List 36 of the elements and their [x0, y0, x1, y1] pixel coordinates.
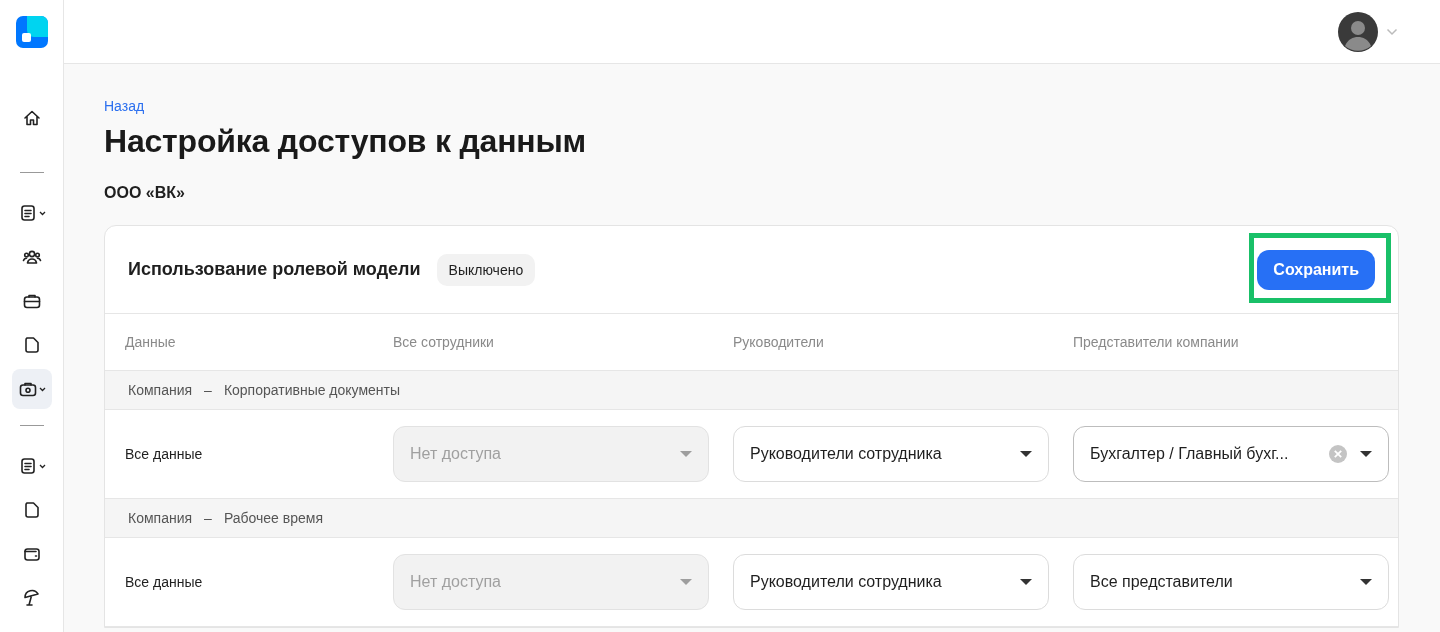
caret-icon — [1360, 579, 1372, 585]
chevron-icon — [38, 210, 46, 216]
caret-icon — [1360, 451, 1372, 457]
group-name: Корпоративные документы — [223, 382, 401, 398]
column-header: Все сотрудники — [393, 334, 495, 350]
column-header: Руководители — [733, 334, 825, 350]
caret-icon — [1020, 579, 1032, 585]
select-field[interactable]: Руководители сотрудника — [733, 554, 1049, 610]
group-separator: – — [204, 382, 212, 398]
logo-icon[interactable] — [15, 16, 48, 48]
sidebar-item[interactable] — [11, 369, 52, 409]
umbrella-icon — [21, 588, 42, 608]
card-title: Использование ролевой модели — [128, 259, 421, 280]
chevron-icon — [38, 386, 46, 392]
avatar[interactable] — [1338, 11, 1378, 52]
row-label: Все данные — [125, 446, 204, 462]
group-separator: – — [204, 510, 212, 526]
select-field[interactable]: Все представители — [1073, 554, 1389, 610]
select-field[interactable]: Руководители сотрудника — [733, 426, 1049, 482]
caret-icon — [680, 451, 692, 457]
group-category: Компания — [128, 382, 193, 398]
status-badge: Выключено — [436, 253, 536, 286]
caret-icon — [680, 579, 692, 585]
chevron-icon — [38, 463, 46, 469]
home-icon — [21, 108, 42, 128]
page-title: Настройка доступов к данным — [104, 123, 588, 160]
group-name: Рабочее время — [223, 510, 323, 526]
select-field[interactable]: Бухгалтер / Главный бухг... — [1073, 426, 1389, 482]
back-link[interactable]: Назад — [104, 98, 145, 114]
column-header: Представители компании — [1073, 334, 1240, 350]
save-button[interactable]: Сохранить — [1257, 249, 1375, 290]
group-category: Компания — [128, 510, 193, 526]
company-name: ООО «ВК» — [104, 184, 185, 202]
column-header: Данные — [125, 334, 177, 350]
row-label: Все данные — [125, 574, 204, 590]
caret-icon — [1020, 451, 1032, 457]
